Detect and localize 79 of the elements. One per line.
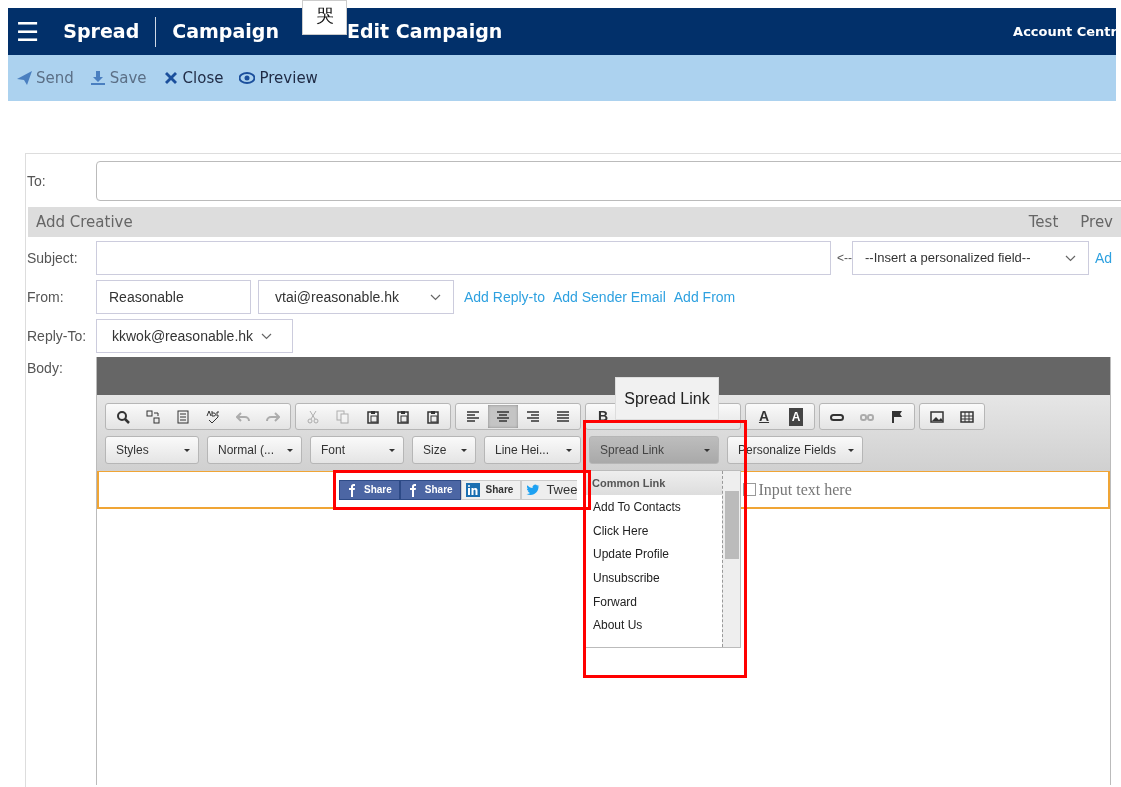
ime-popup: 哭 xyxy=(302,0,347,35)
chevron-down-icon xyxy=(1065,254,1076,262)
menu-item[interactable]: Click Here xyxy=(586,518,722,543)
spellcheck-icon xyxy=(206,409,220,424)
close-button[interactable]: Close xyxy=(162,66,224,90)
menu-header: Common Link xyxy=(586,471,722,495)
account-link[interactable]: Account Centr xyxy=(1013,21,1116,42)
from-email-select[interactable]: vtai@reasonable.hk xyxy=(258,280,454,314)
caret-icon xyxy=(461,448,467,452)
bird-icon xyxy=(526,482,541,497)
chevron-down-icon xyxy=(430,293,441,301)
chevron-down-icon xyxy=(261,332,273,340)
subject-field[interactable] xyxy=(96,241,831,275)
share-button[interactable]: Share xyxy=(399,479,461,500)
share-button[interactable]: Share xyxy=(339,479,400,500)
page-title: Edit Campaign xyxy=(346,19,503,45)
image-icon xyxy=(930,409,944,424)
field-label: Subject: xyxy=(26,248,79,268)
copy-icon xyxy=(336,409,350,424)
menu-item[interactable]: Update Profile xyxy=(586,542,722,567)
section-title: Campaign xyxy=(172,19,279,45)
format-dropdown[interactable]: Spread Link xyxy=(589,436,719,464)
align-center-icon xyxy=(496,409,510,424)
clipboard-icon xyxy=(396,409,410,424)
linkedin-icon xyxy=(465,482,480,497)
caret-icon xyxy=(566,448,572,452)
format-dropdown[interactable]: Normal (... xyxy=(207,436,302,464)
flag-icon xyxy=(890,409,904,424)
clipboard-icon xyxy=(426,409,440,424)
paper-plane-icon xyxy=(16,70,32,86)
caret-icon xyxy=(184,448,190,452)
menu-item[interactable]: Unsubscribe xyxy=(586,566,722,590)
scrollbar[interactable] xyxy=(722,471,740,647)
justify-icon xyxy=(556,409,570,424)
toolbar-button[interactable]: A xyxy=(748,405,780,428)
align-right-icon xyxy=(526,409,540,424)
caret-icon xyxy=(389,448,395,452)
undo-icon xyxy=(236,409,250,424)
scroll-thumb[interactable] xyxy=(725,491,739,559)
clipboard-icon xyxy=(366,409,380,424)
to-field[interactable] xyxy=(96,161,1121,201)
field-label: To: xyxy=(26,171,47,191)
input-text[interactable]: Input text here xyxy=(758,477,852,502)
menu-item[interactable]: About Us xyxy=(586,613,722,638)
from-name-field[interactable]: Reasonable xyxy=(96,280,251,314)
share-button[interactable]: Twee xyxy=(521,479,578,500)
download-icon xyxy=(89,70,106,86)
menu-item[interactable]: Add To Contacts xyxy=(586,495,722,519)
caret-icon xyxy=(848,448,854,452)
eye-icon xyxy=(239,70,256,86)
app-title: Spread xyxy=(63,19,140,45)
menu-button[interactable]: ☰ xyxy=(16,18,40,45)
format-dropdown[interactable]: Styles xyxy=(105,436,199,464)
format-dropdown[interactable]: Font xyxy=(310,436,404,464)
menu-item[interactable]: Forward xyxy=(586,589,722,614)
format-dropdown[interactable]: Line Hei... xyxy=(484,436,581,464)
replace-icon xyxy=(146,409,160,424)
field-label: Reply-To: xyxy=(26,326,88,346)
caret-icon xyxy=(287,448,293,452)
arrow-label: <-- xyxy=(837,250,852,267)
redo-icon xyxy=(266,409,280,424)
prev-link[interactable]: Prev xyxy=(1080,210,1113,234)
share-button[interactable]: Share xyxy=(460,479,522,500)
document-icon xyxy=(176,409,190,424)
test-link[interactable]: Test xyxy=(1028,210,1059,234)
reply-to-select[interactable]: kkwok@reasonable.hk xyxy=(96,319,293,353)
field-label: Body: xyxy=(26,359,64,378)
field-label: From: xyxy=(26,287,65,307)
tooltip: Spread Link xyxy=(615,377,719,420)
personalized-field-select[interactable]: --Insert a personalized field-- xyxy=(852,241,1089,275)
caret-icon xyxy=(704,448,710,452)
table-icon xyxy=(960,409,974,424)
search-icon xyxy=(116,409,130,424)
format-dropdown[interactable]: Size xyxy=(412,436,476,464)
section-title: Add Creative xyxy=(36,211,133,233)
scissors-icon xyxy=(306,409,320,424)
preview-button[interactable]: Preview xyxy=(239,66,318,90)
align-left-icon xyxy=(466,409,480,424)
toolbar-button[interactable]: A xyxy=(780,405,812,428)
